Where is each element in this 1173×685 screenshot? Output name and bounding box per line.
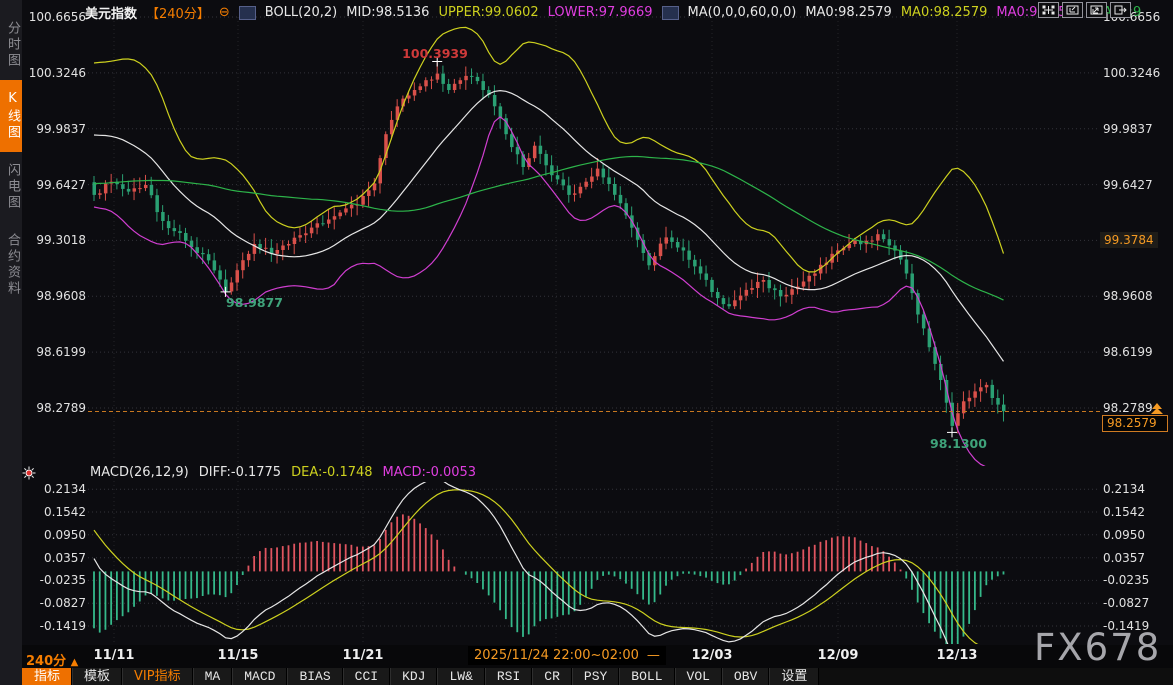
expand-pane-icon[interactable] [1062, 2, 1083, 18]
toolbar-item-13[interactable]: BOLL [619, 668, 674, 685]
price-label-left-1: 100.3246 [22, 66, 86, 80]
macd-label-right-0: 0.2134 [1103, 482, 1171, 496]
price-label-left-7: 98.2789 [22, 401, 86, 415]
date-tick-12-09: 12/09 [818, 648, 859, 663]
ma0-value-yellow: MA0:98.2579 [901, 5, 988, 20]
toolbar-item-12[interactable]: PSY [572, 668, 619, 685]
period-selector-text: 240分 [26, 654, 66, 669]
pan-crosshair-icon[interactable] [1038, 2, 1059, 18]
date-tick-11-11: 11/11 [94, 648, 135, 663]
chart-type-sidebar: 分时图K线图闪电图合约资料 [0, 0, 22, 685]
macd-dea-value: DEA:-0.1748 [291, 465, 372, 480]
boll-lower-value: LOWER:97.9669 [548, 5, 653, 20]
up-triangle-icon: ▲ [71, 657, 79, 668]
price-label-left-0: 100.6656 [22, 10, 86, 24]
macd-diff-value: DIFF:-0.1775 [199, 465, 281, 480]
toolbar-item-1[interactable]: 指标 [22, 668, 72, 685]
price-label-left-4: 99.3018 [22, 233, 86, 247]
toolbar-item-10[interactable]: RSI [485, 668, 532, 685]
toolbar-item-14[interactable]: VOL [675, 668, 722, 685]
boll-upper-value: UPPER:99.0602 [438, 5, 538, 20]
indicator-alert-icon[interactable] [22, 465, 36, 484]
date-tick-12-03: 12/03 [692, 648, 733, 663]
macd-label-right-4: -0.0235 [1103, 573, 1171, 587]
symbol-name: 美元指数 [85, 3, 137, 22]
macd-legend-bar: MACD(26,12,9) DIFF:-0.1775 DEA:-0.1748 M… [90, 465, 476, 480]
hovered-bar-time-label: 2025/11/24 22:00~02:00 — [468, 646, 666, 665]
collapse-icon[interactable]: ⊖ [219, 5, 230, 20]
date-tick-12-13: 12/13 [937, 648, 978, 663]
macd-label-left-6: -0.1419 [22, 619, 86, 633]
sidebar-item-2[interactable]: K线图 [0, 80, 22, 152]
toolbar-item-3[interactable]: VIP指标 [122, 668, 193, 685]
macd-label-right-1: 0.1542 [1103, 505, 1171, 519]
price-label-left-3: 99.6427 [22, 178, 86, 192]
macd-label-left-0: 0.2134 [22, 482, 86, 496]
boll-legend-icon[interactable] [239, 6, 256, 20]
hovered-bar-time-text: 2025/11/24 22:00~02:00 [474, 648, 639, 663]
indicator-toolbar: 指标模板VIP指标MAMACDBIASCCIKDJLW&RSICRPSYBOLL… [22, 668, 1173, 685]
toolbar-item-2[interactable]: 模板 [72, 668, 122, 685]
toolbar-item-4[interactable]: MA [193, 668, 233, 685]
macd-label-left-2: 0.0950 [22, 528, 86, 542]
toolbar-item-11[interactable]: CR [532, 668, 572, 685]
macd-label-right-3: 0.0357 [1103, 551, 1171, 565]
macd-label-right-5: -0.0827 [1103, 596, 1171, 610]
macd-label-left-5: -0.0827 [22, 596, 86, 610]
hovered-bar-dash: — [647, 648, 660, 663]
toolbar-item-6[interactable]: BIAS [287, 668, 342, 685]
macd-label-left-3: 0.0357 [22, 551, 86, 565]
kline-app-window: 分时图K线图闪电图合约资料 美元指数 【240分】 ⊖ BOLL(20,2) M… [0, 0, 1173, 685]
pop-out-icon[interactable] [1110, 2, 1131, 18]
period-label: 【240分】 [146, 3, 210, 22]
boll-mid-value: MID:98.5136 [346, 5, 429, 20]
ma-name: MA(0,0,0,60,0,0) [688, 5, 797, 20]
ma0-value-white: MA0:98.2579 [805, 5, 892, 20]
low-price-annotation-1: 98.9877 [226, 295, 283, 310]
sidebar-item-1[interactable]: 分时图 [0, 10, 22, 80]
toolbar-item-8[interactable]: KDJ [390, 668, 437, 685]
pane-control-icons [1038, 2, 1131, 18]
period-selector[interactable]: 240分 ▲ [26, 650, 78, 669]
toolbar-item-16[interactable]: 设置 [769, 668, 819, 685]
toolbar-item-7[interactable]: CCI [343, 668, 390, 685]
sidebar-item-4[interactable]: 合约资料 [0, 222, 22, 308]
toolbar-item-9[interactable]: LW& [437, 668, 484, 685]
boll-name: BOLL(20,2) [265, 5, 338, 20]
price-label-right-3: 99.6427 [1103, 178, 1171, 192]
current-price-box: 98.2579 [1102, 415, 1168, 432]
kline-chart-canvas[interactable] [0, 0, 1173, 685]
price-label-left-6: 98.6199 [22, 345, 86, 359]
date-tick-11-15: 11/15 [218, 648, 259, 663]
price-label-right-2: 99.9837 [1103, 122, 1171, 136]
low-price-annotation-2: 98.1300 [930, 436, 987, 451]
collapse-pane-icon[interactable] [1086, 2, 1107, 18]
reference-price-badge: 99.3784 [1100, 232, 1158, 248]
sidebar-item-3[interactable]: 闪电图 [0, 152, 22, 222]
toolbar-item-15[interactable]: OBV [722, 668, 769, 685]
macd-label-right-2: 0.0950 [1103, 528, 1171, 542]
price-label-left-5: 98.9608 [22, 289, 86, 303]
price-label-right-5: 98.9608 [1103, 289, 1171, 303]
toolbar-item-5[interactable]: MACD [232, 668, 287, 685]
macd-label-left-1: 0.1542 [22, 505, 86, 519]
ma-legend-icon[interactable] [662, 6, 679, 20]
brand-watermark: FX678 [1034, 626, 1161, 669]
price-label-right-6: 98.6199 [1103, 345, 1171, 359]
macd-name: MACD(26,12,9) [90, 465, 189, 480]
macd-label-left-4: -0.0235 [22, 573, 86, 587]
price-label-left-2: 99.9837 [22, 122, 86, 136]
indicator-legend-bar: 美元指数 【240分】 ⊖ BOLL(20,2) MID:98.5136 UPP… [85, 3, 1141, 22]
date-tick-11-21: 11/21 [343, 648, 384, 663]
price-label-right-1: 100.3246 [1103, 66, 1171, 80]
macd-macd-value: MACD:-0.0053 [383, 465, 477, 480]
price-label-right-7: 98.2789 [1103, 401, 1171, 415]
high-price-annotation: 100.3939 [402, 46, 468, 61]
